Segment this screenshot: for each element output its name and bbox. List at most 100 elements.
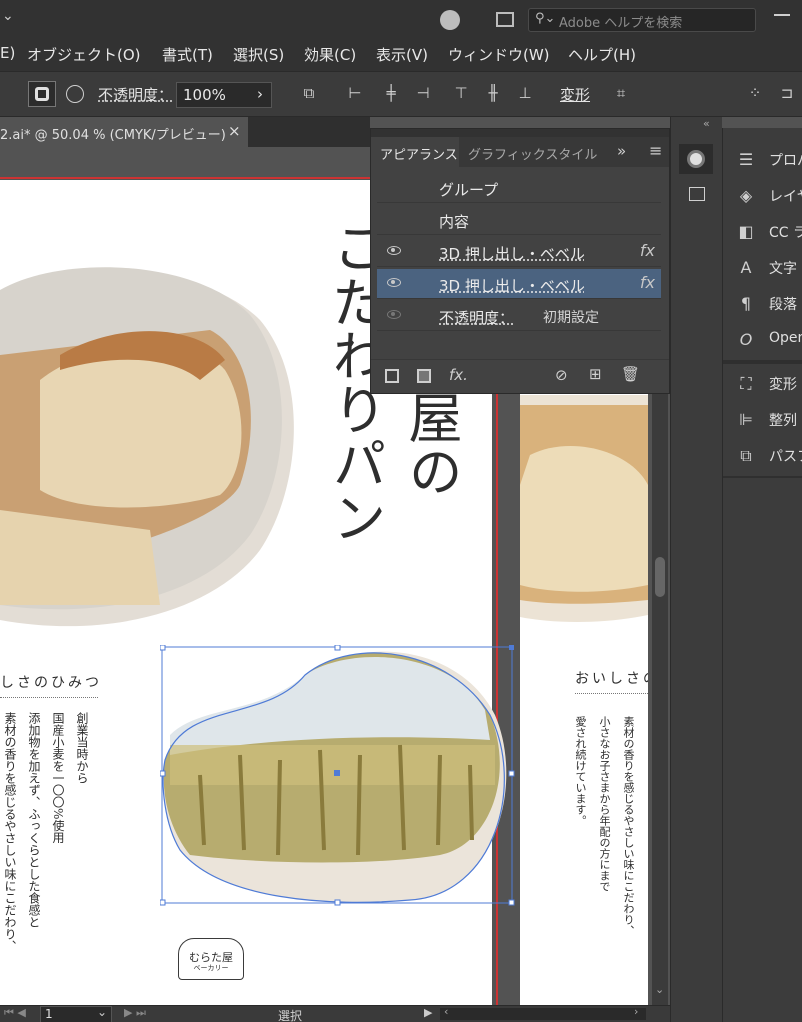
appearance-row-opacity[interactable]: 不透明度： 初期設定	[377, 301, 661, 331]
first-page-icon[interactable]: ⏮ ◀	[4, 1006, 26, 1020]
panel-expand-icon[interactable]: »	[617, 142, 626, 160]
visibility-eye-icon[interactable]	[387, 310, 401, 319]
right-body-col-1: 素材の香りを感じるやさしい味にこだわり、	[622, 716, 635, 936]
appearance-row-3d-2-selected[interactable]: 3D 押し出し・ベベル fx	[377, 269, 661, 299]
wheat-image[interactable]	[160, 645, 515, 907]
menu-effect[interactable]: 効果(C)	[304, 44, 356, 65]
tab-appearance[interactable]: アピアランス	[371, 137, 459, 167]
visibility-eye-icon[interactable]	[387, 278, 401, 287]
panel-properties[interactable]: ☰ プロパ	[723, 142, 802, 178]
next-page-icon[interactable]: ▶ ⏭	[124, 1006, 146, 1020]
align-top-icon[interactable]: ⊤	[450, 84, 472, 106]
panel-footer: fx. ⊘ ⊞ 🗑	[371, 359, 669, 393]
close-tab-icon[interactable]: ×	[228, 122, 241, 140]
bread-image[interactable]	[0, 260, 300, 640]
add-fill-icon[interactable]	[417, 369, 431, 383]
panel-pathfinder[interactable]: ⧉ パスフ	[723, 438, 802, 474]
align-bottom-icon[interactable]: ⊥	[514, 84, 536, 106]
panel-align[interactable]: ⊫ 整列	[723, 402, 802, 438]
collapse-icon[interactable]: «	[703, 117, 710, 130]
transform-link[interactable]: 変形	[560, 84, 590, 105]
duplicate-item-icon[interactable]: ⊞	[589, 365, 602, 383]
transform-icon: ⛶	[740, 374, 752, 393]
minimize-icon[interactable]	[774, 14, 790, 16]
panel-layers[interactable]: ◈ レイヤ	[723, 178, 802, 214]
panel-opentype[interactable]: O Open	[723, 322, 802, 358]
page-dropdown-icon[interactable]: ⌄	[97, 1005, 107, 1019]
panel-menu-icon[interactable]: ≡	[649, 141, 662, 160]
align-icon: ⊫	[739, 410, 753, 429]
document-tab[interactable]: 2.ai* @ 50.04 % (CMYK/プレビュー) ×	[0, 117, 248, 147]
opacity-value: 100%	[183, 86, 226, 104]
pathfinder-icon: ⧉	[740, 446, 752, 465]
search-icon: ⚲⌄	[535, 11, 556, 26]
panel-layers-label: レイヤ	[769, 189, 802, 205]
row-contents-label: 内容	[439, 213, 470, 231]
align-vcenter-icon[interactable]: ╫	[482, 84, 504, 106]
character-icon: A	[740, 258, 752, 277]
appearance-dock-button[interactable]	[679, 144, 713, 174]
right-heading-rule	[575, 693, 648, 694]
add-effect-icon[interactable]: fx.	[449, 366, 468, 384]
appearance-icon	[687, 150, 705, 168]
graphic-styles-icon[interactable]	[689, 187, 705, 201]
scroll-left-icon[interactable]: ‹	[444, 1005, 448, 1018]
horizontal-scrollbar[interactable]: ‹ ›	[440, 1005, 646, 1020]
bread-image-2[interactable]	[520, 395, 648, 625]
panel-character[interactable]: A 文字	[723, 250, 802, 286]
recolor-icon[interactable]	[66, 85, 84, 103]
distribute-icon[interactable]: ⊐	[776, 84, 798, 106]
appearance-row-contents[interactable]: 内容	[377, 205, 661, 235]
delete-item-icon[interactable]: 🗑	[621, 365, 640, 383]
status-menu-icon[interactable]: ▶	[424, 1006, 432, 1019]
panel-character-label: 文字	[769, 261, 797, 277]
panel-paragraph-label: 段落	[769, 297, 797, 313]
status-bar: ⏮ ◀ 1 ⌄ ▶ ⏭ 選択 ▶ ‹ ›	[0, 1005, 670, 1022]
appearance-row-3d-1[interactable]: 3D 押し出し・ベベル fx	[377, 237, 661, 267]
row-3d-2-label[interactable]: 3D 押し出し・ベベル	[439, 275, 585, 296]
arrange-icon[interactable]: ⁘	[744, 84, 766, 106]
menu-edit[interactable]: E)	[0, 44, 15, 62]
menu-bar: E) オブジェクト(O) 書式(T) 選択(S) 効果(C) 表示(V) ウィン…	[0, 38, 802, 71]
scrollbar-thumb[interactable]	[655, 557, 665, 597]
scroll-down-icon[interactable]: ⌄	[655, 983, 664, 996]
menu-help[interactable]: ヘルプ(H)	[568, 44, 636, 65]
opacity-label[interactable]: 不透明度：	[98, 84, 173, 105]
chevron-right-icon[interactable]: ›	[257, 85, 263, 103]
menu-select[interactable]: 選択(S)	[233, 44, 284, 65]
tab-graphic-styles[interactable]: グラフィックスタイル	[468, 144, 597, 163]
row-3d-1-label[interactable]: 3D 押し出し・ベベル	[439, 243, 585, 264]
add-stroke-icon[interactable]	[385, 369, 399, 383]
menu-object[interactable]: オブジェクト(O)	[27, 44, 141, 65]
user-search-icon[interactable]	[440, 10, 460, 30]
page-selector[interactable]: 1 ⌄	[40, 1005, 112, 1022]
isolate-group-button[interactable]	[28, 81, 56, 107]
panel-align-label: 整列	[769, 413, 797, 429]
panel-grip[interactable]	[371, 129, 669, 137]
transform-reference-icon[interactable]: ⧉	[298, 84, 320, 106]
fx-icon[interactable]: fx	[640, 273, 655, 292]
current-tool-label: 選択	[278, 1009, 303, 1022]
row-opacity-label[interactable]: 不透明度：	[439, 307, 514, 328]
menu-view[interactable]: 表示(V)	[376, 44, 428, 65]
document-tab-bar: 2.ai* @ 50.04 % (CMYK/プレビュー) ×	[0, 117, 370, 147]
isolate-icon[interactable]: ⌗	[610, 84, 632, 106]
opacity-field[interactable]: 100% ›	[176, 82, 272, 108]
panel-cc-libraries[interactable]: ◧ CC ラ	[723, 214, 802, 250]
appearance-row-group[interactable]: グループ	[377, 173, 661, 203]
heading-rule	[0, 697, 98, 698]
fx-icon[interactable]: fx	[640, 241, 655, 260]
panel-transform[interactable]: ⛶ 変形	[723, 366, 802, 402]
clear-appearance-icon[interactable]: ⊘	[555, 366, 568, 384]
align-left-icon[interactable]: ⊢	[344, 84, 366, 106]
align-hcenter-icon[interactable]: ╪	[380, 84, 402, 106]
search-input[interactable]: ⚲⌄ Adobe ヘルプを検索	[528, 8, 756, 32]
workspace-icon[interactable]	[496, 12, 514, 27]
menu-type[interactable]: 書式(T)	[162, 44, 213, 65]
panel-paragraph[interactable]: ¶ 段落	[723, 286, 802, 322]
menu-window[interactable]: ウィンドウ(W)	[448, 44, 550, 65]
visibility-eye-icon[interactable]	[387, 246, 401, 255]
scroll-right-icon[interactable]: ›	[634, 1005, 638, 1018]
chevron-down-icon[interactable]: ⌄	[2, 8, 14, 24]
align-right-icon[interactable]: ⊣	[412, 84, 434, 106]
